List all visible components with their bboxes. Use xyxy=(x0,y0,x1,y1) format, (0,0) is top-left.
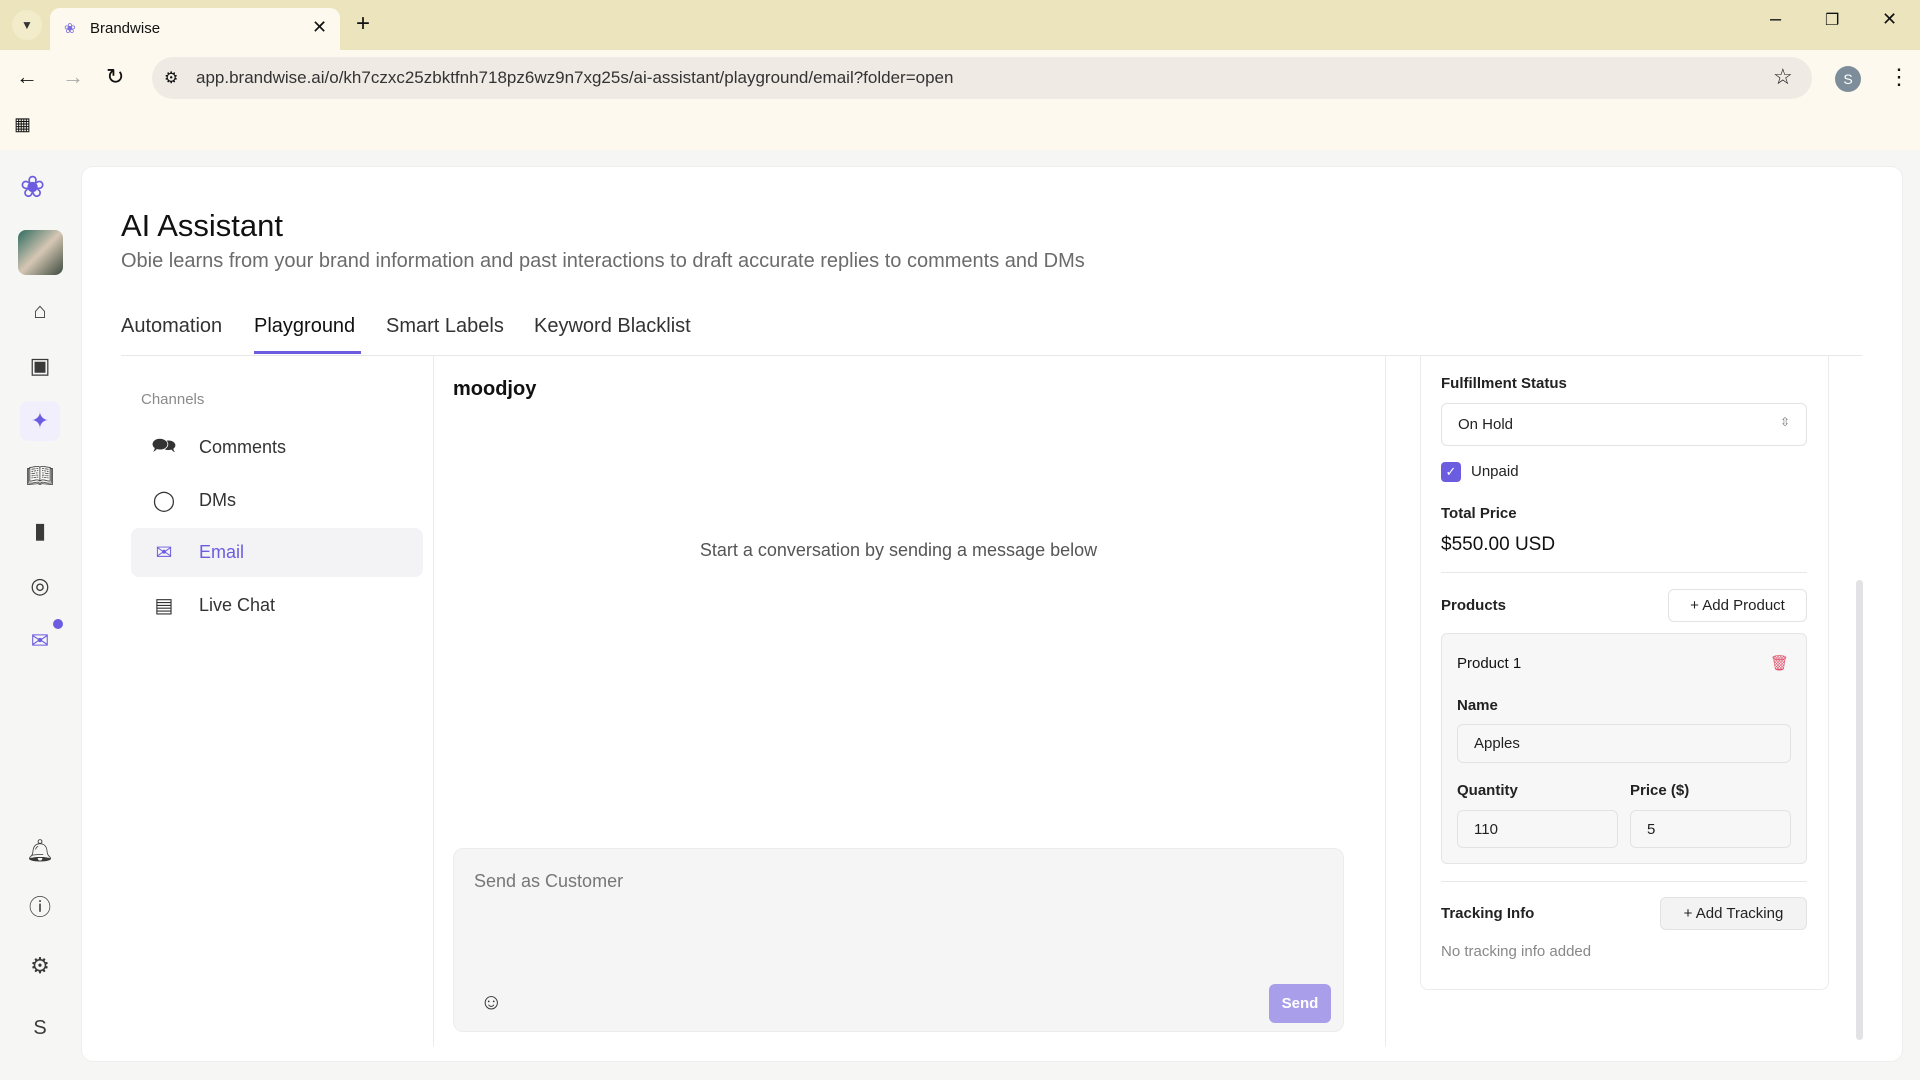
message-composer[interactable]: Send as Customer ☺ Send xyxy=(453,848,1344,1032)
book-icon[interactable]: 📖︎ xyxy=(20,456,60,496)
product-name-input[interactable]: Apples xyxy=(1457,724,1791,763)
page-subtitle: Obie learns from your brand information … xyxy=(121,250,1085,272)
close-tab-icon[interactable]: ✕ xyxy=(312,17,327,38)
address-bar[interactable]: app.brandwise.ai/o/kh7czxc25zbktfnh718pz… xyxy=(152,57,1812,99)
minimize-icon[interactable]: – xyxy=(1770,8,1781,31)
no-tracking-text: No tracking info added xyxy=(1441,943,1592,960)
active-tab-underline xyxy=(254,351,361,354)
brand-avatar[interactable] xyxy=(18,230,63,275)
page-title: AI Assistant xyxy=(121,208,283,243)
fulfillment-label: Fulfillment Status xyxy=(1441,375,1567,392)
product-title: Product 1 xyxy=(1457,655,1522,672)
channel-label: DMs xyxy=(199,490,236,510)
reload-icon[interactable]: ↻ xyxy=(106,64,124,90)
panel-scrollbar[interactable] xyxy=(1856,580,1863,1040)
forward-icon[interactable]: → xyxy=(62,64,84,90)
divider xyxy=(1441,881,1807,882)
help-icon[interactable]: ⓘ xyxy=(20,886,60,926)
brandwise-favicon-icon: ❀ xyxy=(64,20,76,36)
channels-divider xyxy=(433,356,434,1046)
analytics-icon[interactable]: ▮ xyxy=(20,511,60,551)
bell-icon[interactable]: 🔔︎ xyxy=(20,831,60,871)
browser-menu-icon[interactable]: ⋮ xyxy=(1888,64,1910,90)
composer-placeholder: Send as Customer xyxy=(474,871,624,891)
channel-dms[interactable]: ◯ DMs xyxy=(131,476,423,525)
unpaid-label: Unpaid xyxy=(1471,463,1519,480)
divider xyxy=(1441,572,1807,573)
dm-bubble-icon: ◯ xyxy=(152,490,176,512)
comments-icon: 🗪︎ xyxy=(151,434,177,457)
brandwise-owl-logo-icon[interactable]: ❀ xyxy=(20,170,45,205)
channel-label: Email xyxy=(199,542,245,562)
fulfillment-value: On Hold xyxy=(1458,416,1514,433)
url-text: app.brandwise.ai/o/kh7czxc25zbktfnh718pz… xyxy=(196,68,954,87)
empty-conversation-text: Start a conversation by sending a messag… xyxy=(699,540,1098,560)
chat-divider xyxy=(1385,356,1386,1046)
new-tab-icon[interactable]: + xyxy=(356,10,370,38)
bot-chat-icon: ▤ xyxy=(154,595,174,617)
tab-smart-labels[interactable]: Smart Labels xyxy=(386,315,504,338)
quantity-label: Quantity xyxy=(1457,782,1518,799)
price-input[interactable]: 5 xyxy=(1630,810,1791,848)
channel-comments[interactable]: 🗪︎ Comments xyxy=(131,423,423,472)
tab-keyword-blacklist[interactable]: Keyword Blacklist xyxy=(534,315,691,338)
channels-heading: Channels xyxy=(141,391,205,408)
channel-label: Live Chat xyxy=(199,595,276,615)
tab-title: Brandwise xyxy=(90,20,161,37)
settings-gear-icon[interactable]: ⚙ xyxy=(20,946,60,986)
channel-label: Comments xyxy=(199,437,287,457)
send-button[interactable]: Send xyxy=(1269,984,1331,1023)
total-price-value: $550.00 USD xyxy=(1441,534,1556,555)
quantity-input[interactable]: 110 xyxy=(1457,810,1618,848)
ai-sparkle-icon[interactable]: ✦ xyxy=(20,401,60,441)
inbox-icon[interactable]: ▣ xyxy=(20,346,60,386)
conversation-name: moodjoy xyxy=(453,378,537,400)
notification-dot xyxy=(53,619,63,629)
tracking-info-label: Tracking Info xyxy=(1441,905,1535,922)
bookmark-star-icon[interactable]: ☆ xyxy=(1773,64,1793,90)
unpaid-checkbox[interactable]: ✓ xyxy=(1441,462,1461,482)
tab-automation[interactable]: Automation xyxy=(121,315,222,338)
site-settings-icon[interactable]: ⚙ xyxy=(164,68,178,88)
profile-avatar[interactable]: S xyxy=(1835,66,1861,92)
tab-search-chevron-icon[interactable]: ▼ xyxy=(12,10,42,40)
user-initial-avatar[interactable]: S xyxy=(20,1008,60,1048)
add-tracking-button[interactable]: + Add Tracking xyxy=(1660,897,1807,930)
fulfillment-select[interactable]: On Hold ⇳ xyxy=(1441,403,1807,446)
restore-icon[interactable]: ❐ xyxy=(1825,10,1839,30)
tab-playground[interactable]: Playground xyxy=(254,315,355,338)
apps-grid-icon[interactable]: ▦ xyxy=(14,114,31,135)
emoji-icon[interactable]: ☺ xyxy=(480,989,502,1015)
close-window-icon[interactable]: ✕ xyxy=(1882,9,1897,30)
channel-email[interactable]: ✉ Email xyxy=(131,528,423,577)
channel-live-chat[interactable]: ▤ Live Chat xyxy=(131,581,423,630)
total-price-label: Total Price xyxy=(1441,505,1517,522)
product-name-label: Name xyxy=(1457,697,1498,714)
delete-product-trash-icon[interactable]: 🗑︎ xyxy=(1770,654,1789,672)
products-label: Products xyxy=(1441,597,1507,614)
home-icon[interactable]: ⌂ xyxy=(20,291,60,331)
mail-icon: ✉ xyxy=(155,542,173,564)
target-icon[interactable]: ◎ xyxy=(20,566,60,606)
add-product-button[interactable]: + Add Product xyxy=(1668,589,1807,622)
select-chevrons-icon: ⇳ xyxy=(1779,415,1790,429)
price-label: Price ($) xyxy=(1630,782,1690,799)
back-icon[interactable]: ← xyxy=(16,64,38,90)
browser-tab[interactable]: ❀ Brandwise ✕ xyxy=(50,8,340,50)
